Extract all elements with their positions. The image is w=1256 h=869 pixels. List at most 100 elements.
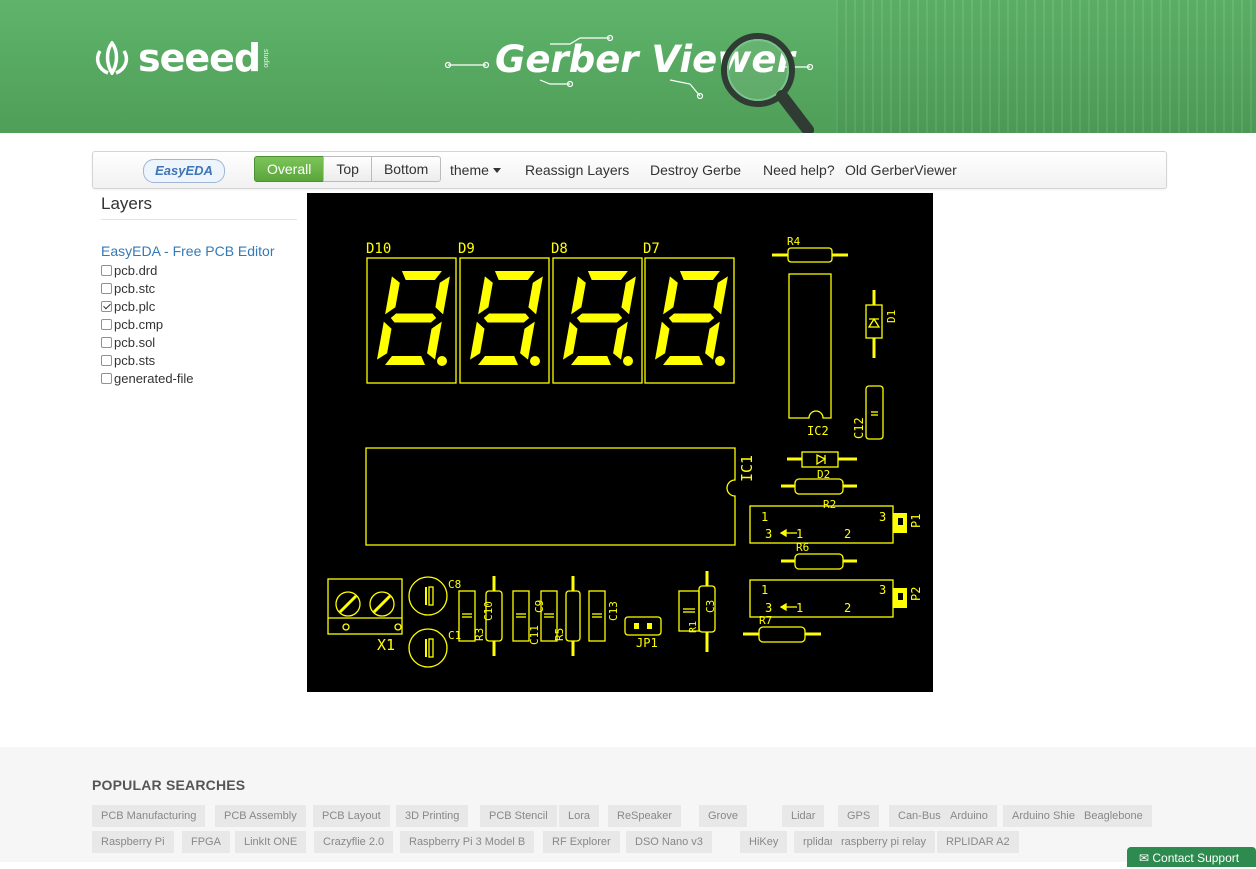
search-tag[interactable]: Raspberry Pi [92,831,174,853]
p2-pin2: 2 [844,601,851,615]
label-r1: R1 [688,621,699,633]
r5-body [565,590,581,642]
contact-support-button[interactable]: ✉ Contact Support [1127,847,1256,867]
bottom-view-button[interactable]: Bottom [370,156,442,182]
r6-body [794,553,844,570]
reassign-layers-link[interactable]: Reassign Layers [525,152,629,188]
layer-label: pcb.cmp [114,316,164,332]
layer-checkbox[interactable] [101,336,112,348]
layer-item[interactable]: pcb.plc [101,297,297,315]
layer-item[interactable]: pcb.sts [101,351,297,369]
search-tag[interactable]: HiKey [740,831,788,853]
seven-segment [494,271,535,280]
p1-pin3: 3 [879,510,886,524]
layer-checkbox[interactable] [101,354,112,366]
search-tag[interactable]: PCB Manufacturing [92,805,206,827]
layer-label: pcb.drd [114,262,158,278]
seven-segment [435,276,450,315]
c13-body [588,590,606,642]
seven-segment [427,321,442,360]
label-d1: D1 [885,310,898,323]
easyeda-logo-button[interactable]: EasyEDA [143,159,225,183]
need-help-link[interactable]: Need help? [763,152,835,188]
p2-pin3-left: 3 [765,601,772,615]
seven-segment [401,271,442,280]
p2-pin3: 3 [879,583,886,597]
search-tag[interactable]: LinkIt ONE [235,831,307,853]
layer-checkbox[interactable] [101,318,112,330]
label-c8: C8 [448,578,461,591]
layer-label: pcb.sts [114,352,156,368]
site-header: seeed studio Gerber Viewer [0,0,1256,133]
search-tag[interactable]: GPS [838,805,880,827]
seven-segment [705,321,720,360]
seven-segment [655,321,670,360]
layer-list: pcb.drd pcb.stc pcb.plc pcb.cmp pcb.sol pcb.s… [101,261,297,387]
decimal-point [437,356,447,366]
search-tag[interactable]: 3D Printing [396,805,469,827]
label-d8: D8 [551,241,568,257]
overall-view-button[interactable]: Overall [254,156,325,182]
old-gerberviewer-link[interactable]: Old GerberViewer [845,152,957,188]
seven-segment [528,276,543,315]
layer-item[interactable]: pcb.drd [101,261,297,279]
label-c1: C1 [448,629,461,642]
destroy-gerber-link[interactable]: Destroy Gerbe [650,152,741,188]
seven-segment [713,276,728,315]
seeed-logo[interactable]: seeed studio [92,36,269,80]
seven-segment [390,313,437,323]
seven-segment [483,313,530,323]
layer-checkbox[interactable] [101,300,112,312]
seven-segment [679,271,720,280]
seven-segment [571,356,611,365]
layer-item[interactable]: pcb.cmp [101,315,297,333]
seven-segment [385,276,400,315]
search-tag[interactable]: RF Explorer [543,831,620,853]
search-tag[interactable]: Arduino [941,805,997,827]
pcb-canvas[interactable]: D10 D9 D8 D7 R4 IC2 D2 R2 R6 R7 X1 C8 C1… [307,193,933,692]
layer-label: pcb.stc [114,280,156,296]
megaphone-icon: ✉ [1139,851,1153,865]
label-c10: C10 [482,601,495,621]
p1-pin1-right: 1 [796,527,803,541]
ic2-outline [788,273,832,419]
seven-segment [663,356,703,365]
p2-pin1-right: 1 [796,601,803,615]
p2-pin1: 1 [761,583,768,597]
c11-body [512,590,530,642]
layer-checkbox[interactable] [101,372,112,384]
seven-segment [587,271,628,280]
search-tag[interactable]: PCB Layout [313,805,390,827]
easyeda-editor-link[interactable]: EasyEDA - Free PCB Editor [101,243,297,259]
search-tag[interactable]: FPGA [182,831,230,853]
search-tag[interactable]: raspberry pi relay [832,831,935,853]
search-tag[interactable]: Grove [699,805,747,827]
search-tag[interactable]: Raspberry Pi 3 Model B [400,831,535,853]
search-tag[interactable]: RPLIDAR A2 [937,831,1019,853]
theme-dropdown[interactable]: theme [450,152,501,188]
top-view-button[interactable]: Top [323,156,372,182]
search-tag[interactable]: PCB Assembly [215,805,306,827]
layer-item[interactable]: pcb.stc [101,279,297,297]
label-ic1: IC1 [738,455,756,482]
logo-text: seeed [138,36,261,80]
seven-segment [470,321,485,360]
search-tag[interactable]: Lora [559,805,600,827]
search-tag[interactable]: Lidar [782,805,825,827]
d2-body [801,451,839,468]
layer-item[interactable]: generated-file [101,369,297,387]
view-button-group: Overall Top Bottom [254,156,442,182]
popular-searches-footer: POPULAR SEARCHES PCB Manufacturing PCB As… [0,747,1256,862]
label-x1: X1 [377,636,395,654]
search-tag[interactable]: Beaglebone [1075,805,1152,827]
theme-label: theme [450,162,489,178]
search-tag[interactable]: Crazyflie 2.0 [314,831,394,853]
search-tag[interactable]: PCB Stencil [480,805,557,827]
layer-item[interactable]: pcb.sol [101,333,297,351]
search-tag[interactable]: DSO Nano v3 [626,831,712,853]
layer-checkbox[interactable] [101,264,112,276]
search-tag[interactable]: ReSpeaker [608,805,682,827]
layer-checkbox[interactable] [101,282,112,294]
viewer-toolbar: EasyEDA Overall Top Bottom theme Reassig… [92,151,1167,189]
label-c13: C13 [607,601,620,621]
